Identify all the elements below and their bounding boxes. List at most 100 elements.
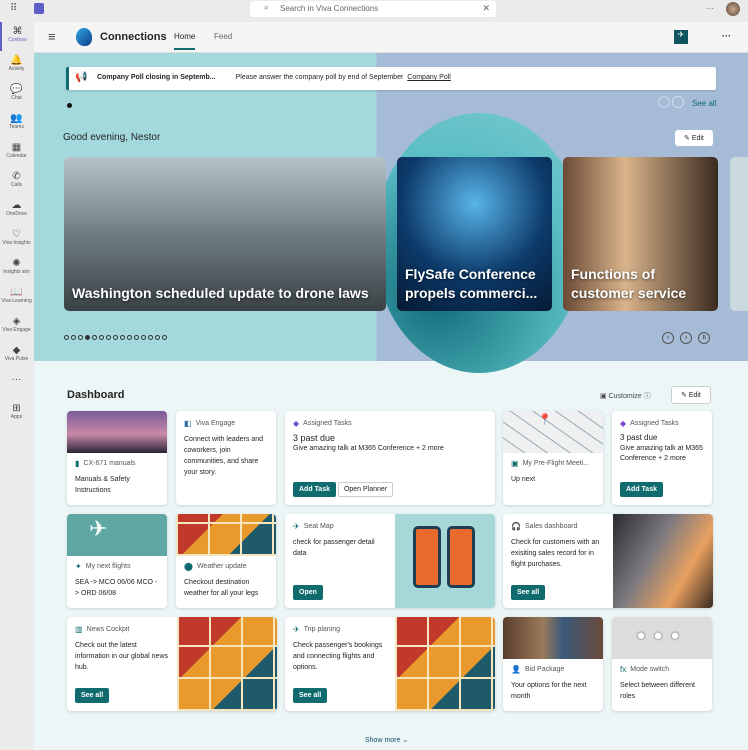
- customize-label: Customize: [608, 393, 642, 400]
- viva-engage-icon: ◧: [184, 419, 192, 428]
- news-card-partial[interactable]: [730, 157, 748, 311]
- avatar[interactable]: [726, 2, 740, 16]
- show-more-button[interactable]: Show more ⌄: [365, 736, 408, 744]
- more-button[interactable]: ···: [706, 4, 714, 13]
- edit-label: Edit: [688, 392, 701, 399]
- rail-item-teams[interactable]: 👥 Teams: [0, 109, 33, 138]
- hero-section: 📢 Company Poll closing in Septemb... Ple…: [34, 53, 748, 373]
- dashboard: Dashboard ▣ Customize ⓘ ✎ Edit ▮ CX-671 m…: [34, 361, 748, 750]
- seat-icon: ✈: [293, 522, 300, 531]
- rail-label: Teams: [9, 124, 24, 130]
- news-card[interactable]: FlySafe Conference propels commerci...: [397, 157, 552, 311]
- rail-label: Activity: [8, 66, 25, 72]
- open-planner-button[interactable]: Open Planner: [337, 482, 394, 497]
- planner-icon: ◆: [620, 419, 627, 428]
- add-task-button[interactable]: Add Task: [293, 482, 336, 497]
- rail-item-viva-learning[interactable]: 📖 Viva Learning: [0, 283, 33, 312]
- airline-logo-icon[interactable]: ✈: [674, 30, 688, 44]
- rail-item-onedrive[interactable]: ☁ OneDrive: [0, 196, 33, 225]
- announcement-banner[interactable]: 📢 Company Poll closing in Septemb... Ple…: [66, 67, 716, 90]
- teams-title-bar: ⠿ ⌕ Search in Viva Connections ✕ ···: [0, 0, 748, 20]
- search-input[interactable]: ⌕ Search in Viva Connections ✕: [250, 1, 496, 17]
- rail-label: Chat: [11, 95, 22, 101]
- prev-button[interactable]: [658, 96, 670, 108]
- card-assigned-tasks-2[interactable]: ◆ Assigned Tasks 3 past due Give amazing …: [612, 411, 712, 505]
- card-label: Sales dashboard: [524, 523, 578, 530]
- planner-icon: ◆: [293, 419, 300, 428]
- see-all-link[interactable]: See all: [692, 99, 716, 108]
- rail-item-viva-insights[interactable]: ♡ Viva Insights: [0, 225, 33, 254]
- tab-feed[interactable]: Feed: [214, 32, 232, 41]
- card-label: My Pre-Flight Meeti...: [522, 460, 590, 467]
- rail-item-activity[interactable]: 🔔 Activity: [0, 51, 33, 80]
- news-card[interactable]: Functions of customer service: [563, 157, 718, 311]
- see-all-button[interactable]: See all: [75, 688, 110, 703]
- customize-button[interactable]: ▣ Customize ⓘ: [600, 391, 651, 401]
- news-title: FlySafe Conference propels commerci...: [405, 266, 538, 301]
- rail-item-viva-pulse[interactable]: ◆ Viva Pulse: [0, 341, 33, 370]
- rail-item-more[interactable]: ···: [0, 370, 33, 399]
- rail-label: Contoso: [8, 37, 27, 43]
- rail-icon: ▦: [11, 142, 22, 153]
- rail-item-apps[interactable]: ⊞ Apps: [0, 399, 33, 428]
- banner-message: Please answer the company poll by end of…: [235, 74, 404, 81]
- open-button[interactable]: Open: [293, 585, 323, 600]
- card-assigned-tasks[interactable]: ◆ Assigned Tasks 3 past due Give amazing …: [285, 411, 495, 505]
- card-label: Assigned Tasks: [630, 420, 679, 427]
- rail-icon: 💬: [10, 84, 23, 95]
- dashboard-edit-button[interactable]: ✎ Edit: [671, 386, 711, 404]
- card-news-cockpit[interactable]: ▥ News Cockpit Check out the latest infor…: [67, 617, 277, 711]
- banner-pager-dot[interactable]: [67, 103, 72, 108]
- clear-icon[interactable]: ✕: [482, 3, 490, 14]
- teams-logo-icon: [34, 3, 44, 14]
- company-poll-link[interactable]: Company Poll: [407, 74, 451, 81]
- rail-item-insights-sim[interactable]: ✺ Insights sim: [0, 254, 33, 283]
- card-label: Weather update: [196, 563, 247, 570]
- rail-item-contoso[interactable]: ⌘ Contoso: [0, 22, 33, 51]
- rail-item-viva-engage[interactable]: ◈ Viva Engage: [0, 312, 33, 341]
- header-more-button[interactable]: ···: [722, 31, 731, 41]
- rail-label: Viva Pulse: [4, 356, 29, 362]
- card-label: My next flights: [85, 563, 131, 570]
- see-all-button[interactable]: See all: [293, 688, 328, 703]
- megaphone-icon: 📢: [75, 72, 88, 83]
- card-label: Bid Package: [524, 666, 565, 673]
- news-card[interactable]: Washington scheduled update to drone law…: [64, 157, 386, 311]
- card-label: Trip planing: [303, 626, 341, 633]
- app-title: Connections: [100, 31, 167, 43]
- tab-home[interactable]: Home: [174, 32, 196, 50]
- rail-item-calls[interactable]: ✆ Calls: [0, 167, 33, 196]
- carousel-dots[interactable]: [64, 327, 169, 345]
- card-seat-map[interactable]: ✈ Seat Map check for passenger detail dat…: [285, 514, 495, 608]
- card-label: Assigned Tasks: [303, 420, 352, 427]
- rail-icon: ♡: [12, 229, 21, 240]
- carousel-prev-button[interactable]: ‹: [662, 332, 674, 344]
- rail-item-chat[interactable]: 💬 Chat: [0, 80, 33, 109]
- card-sales-dashboard[interactable]: 🎧 Sales dashboard Check for customers wit…: [503, 514, 713, 608]
- card-weather-update[interactable]: ⬤ Weather update Checkout destination weat…: [176, 514, 276, 608]
- carousel-pause-button[interactable]: ॥: [698, 332, 710, 344]
- card-text: SEA -> MCO 06/06 MCO -> ORD 06/08: [75, 579, 158, 597]
- card-manuals[interactable]: ▮ CX-671 manuals Manuals & Safety Instruct…: [67, 411, 167, 505]
- seats-illustration: [395, 514, 495, 608]
- next-button[interactable]: [672, 96, 684, 108]
- see-all-button[interactable]: See all: [511, 585, 546, 600]
- rail-label: Viva Learning: [1, 298, 32, 304]
- carousel-next-button[interactable]: ›: [680, 332, 692, 344]
- hero-edit-button[interactable]: ✎ Edit: [675, 130, 713, 146]
- dashboard-title: Dashboard: [67, 389, 125, 401]
- app-header: ≡ Connections Home Feed ✈ ···: [34, 22, 748, 53]
- news-title: Functions of customer service: [571, 266, 687, 301]
- add-task-button[interactable]: Add Task: [620, 482, 663, 497]
- card-trip-planing[interactable]: ✈ Trip planing Check passenger's bookings…: [285, 617, 495, 711]
- card-viva-engage[interactable]: ◧ Viva Engage Connect with leaders and co…: [176, 411, 276, 505]
- hamburger-menu-icon[interactable]: ≡: [48, 29, 56, 44]
- rail-item-calendar[interactable]: ▦ Calendar: [0, 138, 33, 167]
- card-next-flights[interactable]: ✈ ✦ My next flights SEA -> MCO 06/06 MCO -…: [67, 514, 167, 608]
- card-mode-switch[interactable]: ●●● fx Mode switch Select between differen…: [612, 617, 712, 711]
- card-pre-flight-meeting[interactable]: 📍 ▣ My Pre-Flight Meeti... Up next: [503, 411, 603, 505]
- app-launcher-icon[interactable]: ⠿: [10, 3, 17, 14]
- card-bid-package[interactable]: 👤 Bid Package Your options for the next mo…: [503, 617, 603, 711]
- card-text: Select between different roles: [620, 682, 695, 700]
- search-icon: ⌕: [264, 3, 269, 12]
